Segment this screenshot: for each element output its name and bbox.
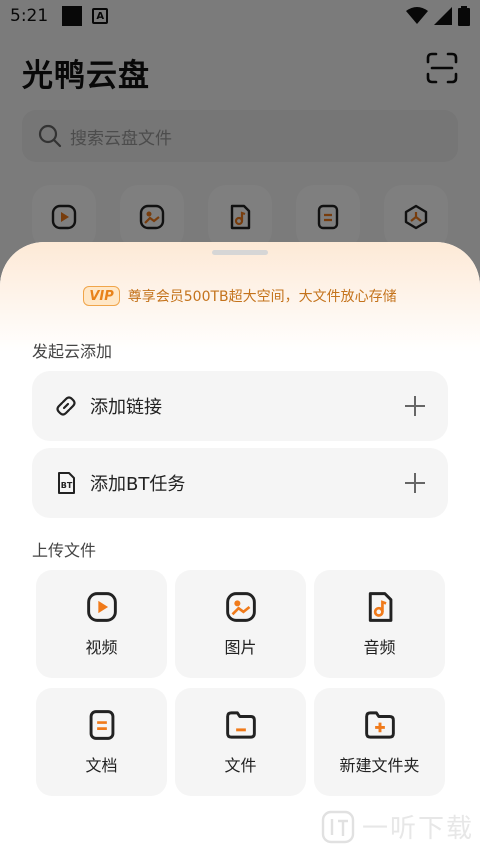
upload-video-label: 视频 — [85, 638, 118, 657]
vip-promo-text: 尊享会员500TB超大空间，大文件放心存储 — [127, 289, 397, 305]
upload-audio-button[interactable]: 音频 — [314, 570, 445, 678]
upload-audio-label: 音频 — [363, 638, 396, 657]
music-icon — [368, 592, 392, 622]
upload-document-label: 文档 — [85, 756, 118, 775]
watermark-text: 一听下载 — [362, 814, 475, 844]
vip-promo-banner[interactable]: VIP 尊享会员500TB超大空间，大文件放心存储 — [0, 286, 480, 306]
upload-file-button[interactable]: 文件 — [175, 688, 306, 796]
upload-file-label: 文件 — [224, 756, 257, 775]
watermark-logo-icon — [321, 810, 355, 843]
add-bt-task-button[interactable]: BT 添加BT任务 — [32, 448, 448, 518]
watermark: 一听下载 — [320, 808, 474, 845]
upload-image-button[interactable]: 图片 — [175, 570, 306, 678]
link-icon — [56, 396, 76, 416]
svg-text:BT: BT — [61, 481, 73, 490]
plus-icon — [405, 473, 425, 493]
drag-handle[interactable] — [212, 250, 268, 255]
upload-document-button[interactable]: 文档 — [36, 688, 167, 796]
vip-badge: VIP — [83, 286, 120, 306]
add-bottom-sheet: VIP 尊享会员500TB超大空间，大文件放心存储 发起云添加 添加链接 BT … — [0, 242, 480, 854]
new-folder-button[interactable]: 新建文件夹 — [314, 688, 445, 796]
new-folder-label: 新建文件夹 — [339, 756, 420, 775]
upload-section-title: 上传文件 — [32, 541, 97, 560]
document-icon — [89, 710, 114, 740]
add-bt-task-label: 添加BT任务 — [90, 474, 186, 495]
folder-icon — [225, 711, 256, 739]
add-link-button[interactable]: 添加链接 — [32, 371, 448, 441]
cloud-add-section-title: 发起云添加 — [32, 342, 113, 361]
new-folder-icon — [364, 711, 395, 739]
upload-image-label: 图片 — [224, 638, 257, 657]
upload-grid: 视频 图片 音频 文档 文件 新建文件夹 — [36, 570, 445, 796]
upload-video-button[interactable]: 视频 — [36, 570, 167, 678]
bt-file-icon: BT — [58, 472, 75, 494]
add-link-label: 添加链接 — [90, 397, 162, 418]
video-icon — [86, 592, 117, 622]
image-icon — [225, 592, 256, 622]
plus-icon — [405, 396, 425, 416]
